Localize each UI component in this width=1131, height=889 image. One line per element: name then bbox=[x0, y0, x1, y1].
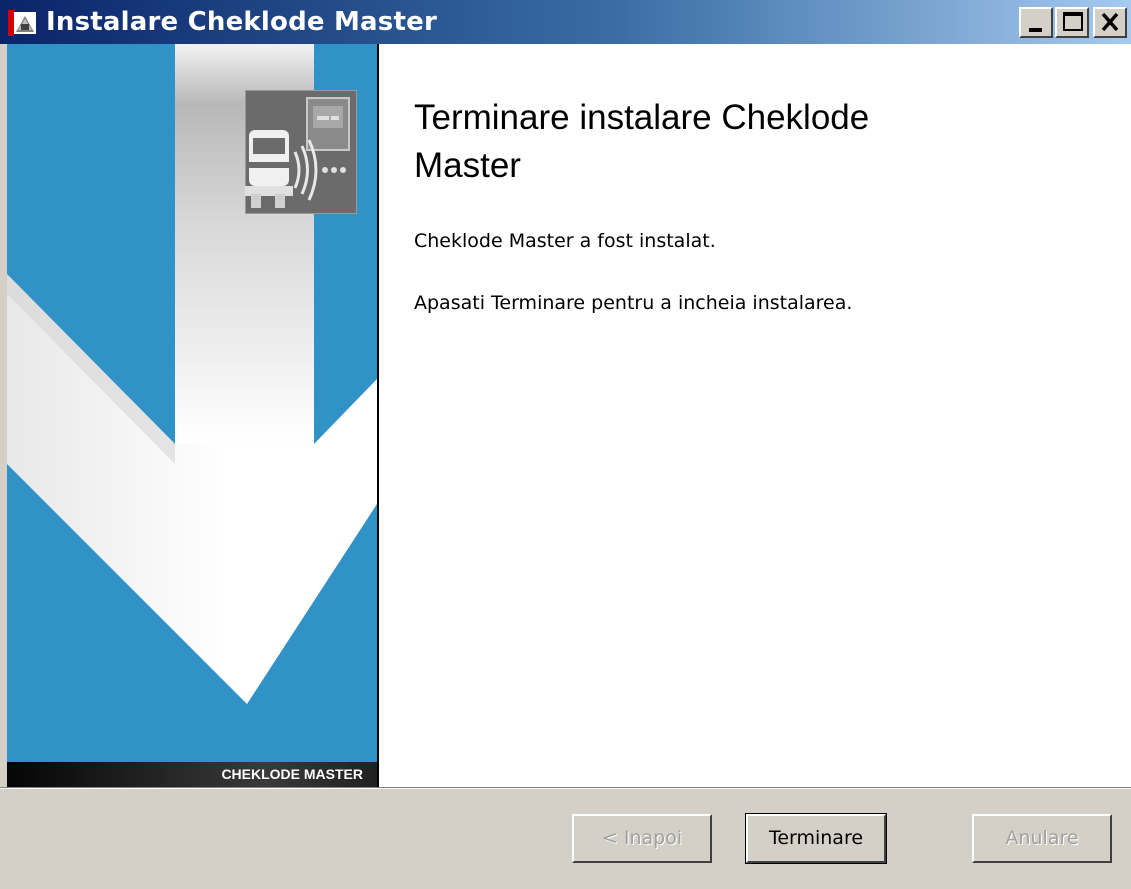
maximize-icon bbox=[1063, 12, 1083, 31]
minimize-icon bbox=[1029, 28, 1042, 32]
page-heading: Terminare instalare Cheklode Master bbox=[414, 98, 870, 185]
title-bar[interactable]: Instalare Cheklode Master bbox=[0, 0, 1131, 44]
close-icon bbox=[1101, 12, 1119, 32]
truck-scanner-logo-icon bbox=[245, 90, 357, 214]
button-area-separator bbox=[0, 787, 1131, 789]
banner-brand-strip: CHEKLODE MASTER bbox=[7, 762, 377, 787]
installer-window: Instalare Cheklode Master CHEKLODE MASTE… bbox=[0, 0, 1131, 889]
back-button[interactable]: < Inapoi bbox=[572, 814, 712, 863]
close-button[interactable] bbox=[1093, 7, 1127, 38]
cancel-button[interactable]: Anulare bbox=[972, 814, 1112, 863]
content-panel: Terminare instalare Cheklode Master Chek… bbox=[379, 44, 1131, 787]
side-banner bbox=[7, 44, 377, 787]
minimize-button[interactable] bbox=[1019, 7, 1053, 38]
window-title: Instalare Cheklode Master bbox=[46, 7, 437, 37]
finish-button[interactable]: Terminare bbox=[745, 813, 887, 864]
finish-instruction-text: Apasati Terminare pentru a incheia insta… bbox=[414, 292, 853, 314]
maximize-button[interactable] bbox=[1055, 7, 1089, 38]
installer-app-icon bbox=[8, 8, 40, 36]
banner-brand-label: CHEKLODE MASTER bbox=[221, 766, 363, 782]
install-complete-text: Cheklode Master a fost instalat. bbox=[414, 230, 716, 252]
